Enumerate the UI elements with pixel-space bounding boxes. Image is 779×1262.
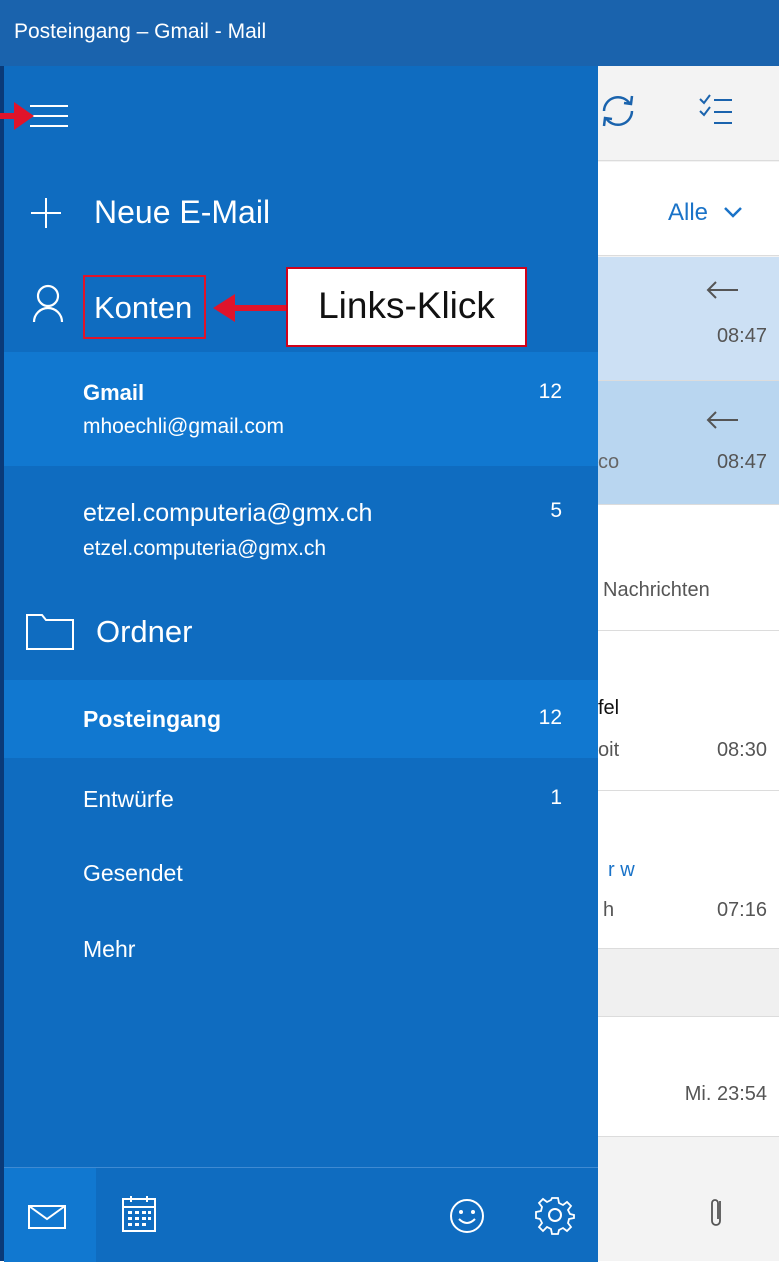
nav-footer [4, 1167, 598, 1262]
unread-count: 12 [538, 380, 562, 403]
account-item-gmail[interactable]: Gmail mhoechli@gmail.com 12 [4, 352, 598, 466]
reply-arrow-icon [706, 281, 738, 299]
group-divider [598, 949, 779, 1017]
new-mail-label: Neue E-Mail [94, 194, 271, 230]
mail-icon [28, 1205, 66, 1229]
annotation-arrow-icon [213, 294, 289, 322]
mail-list: Alle 08:47 co 08:47 Nachrichten fel oit … [598, 66, 779, 1261]
filter-label: Alle [668, 199, 709, 226]
folder-item-inbox[interactable]: Posteingang 12 [4, 680, 598, 758]
account-name: Gmail [83, 380, 145, 405]
folders-label: Ordner [96, 614, 193, 649]
annotation-callout: Links-Klick [286, 267, 527, 347]
mail-subject: r w [608, 859, 635, 881]
feedback-button[interactable] [429, 1168, 509, 1262]
mail-snippet: co [598, 451, 620, 473]
annotation-arrow-icon [0, 102, 34, 130]
mail-item[interactable]: Mi. 23:54 [598, 1017, 779, 1137]
account-item-gmx[interactable]: etzel.computeria@gmx.ch etzel.computeria… [4, 471, 598, 585]
mail-item[interactable]: co 08:47 [598, 381, 779, 505]
mail-time: Mi. 23:54 [684, 1083, 767, 1105]
account-email: mhoechli@gmail.com [83, 415, 285, 438]
mail-switch-button[interactable] [4, 1168, 96, 1262]
annotation-callout-text: Links-Klick [318, 285, 495, 326]
mail-item[interactable]: r w h 07:16 [598, 791, 779, 949]
navigation-pane: Neue E-Mail Konten Gmail mhoechli@gmail.… [4, 66, 598, 1261]
reply-arrow-icon [706, 411, 738, 429]
chevron-down-icon [723, 207, 742, 218]
mail-item[interactable]: 08:47 [598, 257, 779, 381]
folder-label: Gesendet [83, 860, 183, 886]
folder-item-more[interactable]: Mehr [4, 914, 598, 988]
settings-icon [535, 1197, 575, 1235]
unread-count: 12 [538, 706, 562, 729]
mail-subject: fel [598, 697, 620, 719]
calendar-switch-button[interactable] [104, 1168, 184, 1262]
mail-item[interactable]: fel oit 08:30 [598, 631, 779, 791]
folders-button[interactable]: Ordner [4, 590, 598, 676]
select-mode-icon[interactable] [698, 93, 734, 127]
mail-snippet: h [603, 899, 615, 921]
folder-label: Entwürfe [83, 786, 174, 812]
folder-item-drafts[interactable]: Entwürfe 1 [4, 762, 598, 836]
folder-label: Posteingang [83, 706, 222, 732]
mail-list-toolbar [598, 66, 779, 161]
mail-time: 08:47 [716, 451, 767, 473]
new-mail-button[interactable]: Neue E-Mail [4, 166, 598, 256]
account-email: etzel.computeria@gmx.ch [83, 537, 327, 560]
folder-item-sent[interactable]: Gesendet [4, 838, 598, 912]
unread-count: 1 [550, 786, 562, 809]
filter-dropdown[interactable]: Alle [668, 199, 743, 227]
window-titlebar: Posteingang – Gmail - Mail [0, 0, 779, 66]
mail-list-footer [598, 1167, 779, 1261]
person-icon [32, 284, 64, 323]
mail-time: 07:16 [716, 899, 767, 921]
attachment-icon[interactable] [710, 1197, 724, 1229]
window-title: Posteingang – Gmail - Mail [14, 20, 267, 43]
group-header: Nachrichten [598, 505, 779, 631]
settings-button[interactable] [514, 1168, 598, 1262]
unread-count: 5 [550, 499, 562, 522]
calendar-icon [122, 1196, 156, 1232]
account-name: etzel.computeria@gmx.ch [83, 499, 373, 527]
mail-time: 08:30 [716, 739, 767, 761]
annotation-highlight-box [83, 275, 206, 339]
folder-icon [26, 614, 74, 650]
group-label: Nachrichten [603, 579, 710, 601]
filter-row: Alle [598, 162, 779, 256]
smiley-icon [450, 1199, 484, 1233]
mail-time: 08:47 [716, 325, 767, 347]
plus-icon [31, 198, 61, 228]
sync-icon[interactable] [598, 91, 638, 131]
mail-snippet: oit [598, 739, 620, 761]
folder-label: Mehr [83, 936, 136, 962]
